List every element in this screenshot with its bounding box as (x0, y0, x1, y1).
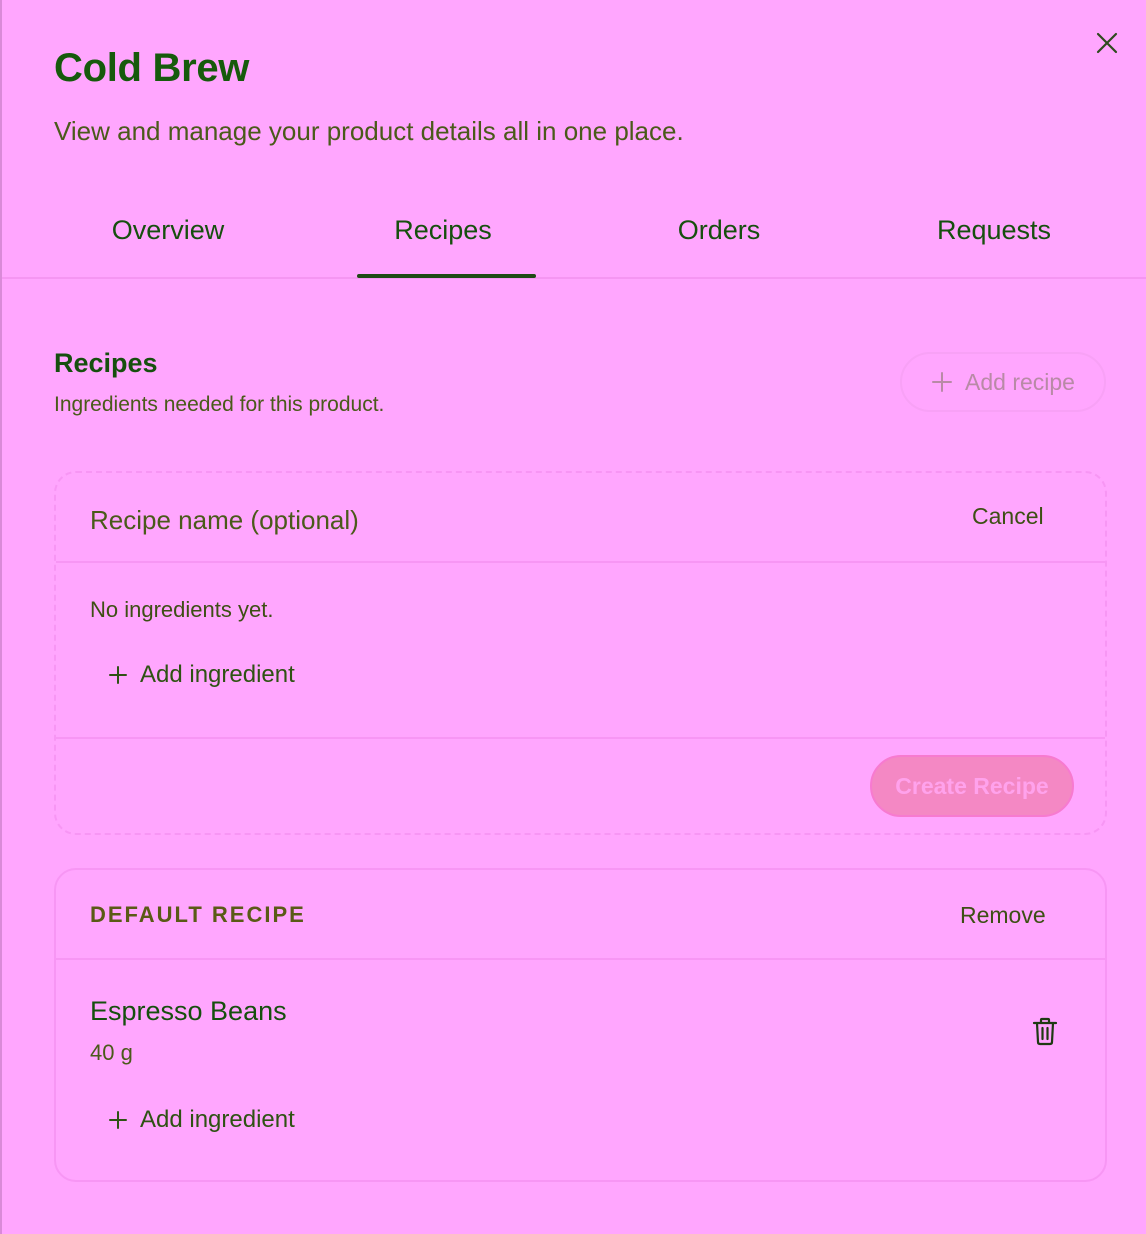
remove-recipe-button[interactable]: Remove (960, 902, 1046, 929)
recipes-section-subtitle: Ingredients needed for this product. (54, 393, 385, 416)
tab-overview[interactable]: Overview (30, 195, 306, 277)
default-recipe-card: DEFAULT RECIPE Remove Espresso Beans 40 … (54, 868, 1107, 1182)
tab-recipes[interactable]: Recipes (305, 195, 581, 278)
ingredient-name: Espresso Beans (90, 996, 287, 1026)
recipe-name-input[interactable] (90, 499, 810, 541)
product-details-panel: Cold Brew View and manage your product d… (0, 0, 1146, 1234)
plus-icon (932, 372, 953, 392)
add-ingredient-label: Add ingredient (140, 1106, 295, 1133)
create-recipe-button[interactable]: Create Recipe (870, 755, 1074, 817)
trash-icon (1032, 1017, 1058, 1046)
card-divider (56, 737, 1105, 739)
cancel-button[interactable]: Cancel (972, 503, 1044, 530)
page-title: Cold Brew (54, 46, 250, 90)
recipes-section-title: Recipes (54, 348, 158, 378)
page-subtitle: View and manage your product details all… (54, 116, 684, 146)
plus-icon (109, 666, 127, 684)
card-divider (56, 958, 1105, 960)
delete-ingredient-button[interactable] (1032, 1016, 1062, 1048)
add-ingredient-label: Add ingredient (140, 661, 295, 688)
add-recipe-label: Add recipe (965, 368, 1075, 395)
recipe-label: DEFAULT RECIPE (90, 902, 306, 927)
empty-ingredients-text: No ingredients yet. (90, 597, 274, 622)
add-ingredient-button[interactable]: Add ingredient (108, 661, 295, 689)
plus-icon (109, 1111, 127, 1129)
tab-requests[interactable]: Requests (856, 195, 1132, 277)
tab-orders[interactable]: Orders (581, 195, 857, 277)
close-button[interactable] (1092, 28, 1122, 58)
add-ingredient-button[interactable]: Add ingredient (108, 1106, 295, 1134)
close-icon (1096, 32, 1118, 54)
tab-bar: Overview Recipes Orders Requests (2, 195, 1146, 279)
new-recipe-card: Cancel No ingredients yet. Add ingredien… (54, 471, 1107, 835)
card-divider (56, 561, 1105, 563)
ingredient-quantity: 40 g (90, 1040, 133, 1065)
add-recipe-button[interactable]: Add recipe (900, 352, 1106, 412)
